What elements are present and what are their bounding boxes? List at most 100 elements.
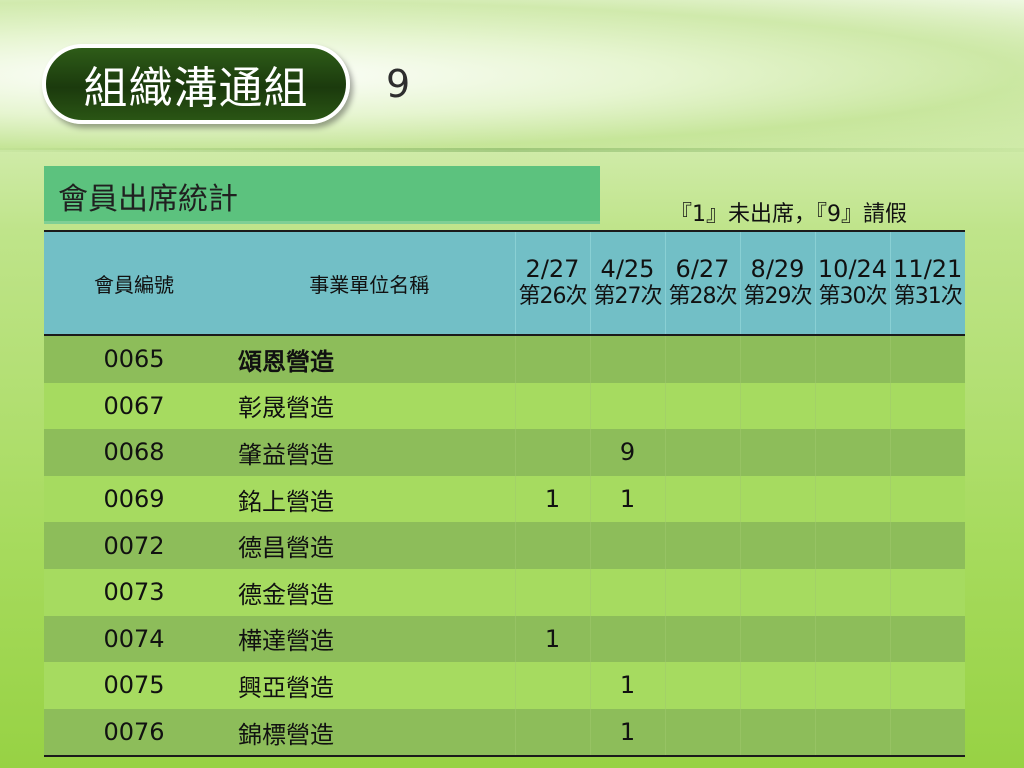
attendance-cell bbox=[814, 429, 890, 476]
session-number: 第29次 bbox=[743, 284, 813, 309]
member-id-cell: 0076 bbox=[44, 708, 224, 758]
attendance-cell bbox=[889, 335, 965, 383]
section-label: 會員出席統計 bbox=[44, 166, 600, 224]
header-divider bbox=[0, 148, 1024, 152]
attendance-cell bbox=[514, 708, 590, 758]
header-session: 10/24 第30次 bbox=[814, 230, 890, 336]
attendance-cell bbox=[589, 568, 665, 616]
table-row: 0073 德金營造 bbox=[44, 568, 965, 616]
attendance-cell: 9 bbox=[589, 429, 665, 476]
attendance-cell bbox=[664, 475, 740, 523]
attendance-cell bbox=[589, 382, 665, 430]
session-number: 第26次 bbox=[518, 284, 588, 309]
attendance-cell bbox=[814, 382, 890, 430]
table-row: 0068 肇益營造 9 bbox=[44, 429, 965, 476]
attendance-cell bbox=[739, 522, 815, 569]
table-row: 0074 樺達營造 1 bbox=[44, 615, 965, 663]
table-header-row: 會員編號 事業單位名稱 2/27 第26次 4/25 第27次 6/27 第28次 8… bbox=[44, 230, 965, 336]
attendance-cell bbox=[739, 429, 815, 476]
attendance-cell bbox=[889, 382, 965, 430]
attendance-cell bbox=[589, 522, 665, 569]
table-row: 0072 德昌營造 bbox=[44, 522, 965, 569]
attendance-cell bbox=[589, 335, 665, 383]
attendance-cell bbox=[664, 662, 740, 709]
session-date: 10/24 bbox=[817, 255, 888, 283]
session-date: 2/27 bbox=[525, 255, 580, 283]
attendance-cell bbox=[739, 382, 815, 430]
attendance-cell bbox=[814, 475, 890, 523]
company-name-cell: 錦標營造 bbox=[224, 708, 515, 758]
attendance-cell bbox=[814, 615, 890, 663]
attendance-cell bbox=[814, 335, 890, 383]
session-date: 8/29 bbox=[750, 255, 805, 283]
table-row: 0067 彰晟營造 bbox=[44, 382, 965, 430]
attendance-cell bbox=[814, 708, 890, 758]
attendance-cell bbox=[739, 662, 815, 709]
company-name-cell: 頌恩營造 bbox=[224, 335, 515, 383]
attendance-cell bbox=[514, 662, 590, 709]
attendance-cell bbox=[739, 568, 815, 616]
session-date: 11/21 bbox=[893, 255, 963, 283]
attendance-cell bbox=[589, 615, 665, 663]
legend-text: 『1』未出席，『9』請假 bbox=[670, 202, 907, 227]
attendance-cell bbox=[514, 335, 590, 383]
member-id-cell: 0075 bbox=[44, 662, 224, 709]
page-number: 9 bbox=[386, 62, 411, 106]
member-id-cell: 0068 bbox=[44, 429, 224, 476]
header-session: 2/27 第26次 bbox=[514, 230, 590, 336]
header-session: 6/27 第28次 bbox=[664, 230, 740, 336]
company-name-cell: 肇益營造 bbox=[224, 429, 515, 476]
slide-title: 組織溝通組 bbox=[42, 44, 350, 124]
attendance-cell bbox=[514, 568, 590, 616]
session-number: 第28次 bbox=[668, 284, 738, 309]
company-name-cell: 銘上營造 bbox=[224, 475, 515, 523]
header-session: 11/21 第31次 bbox=[889, 230, 965, 336]
attendance-cell bbox=[814, 662, 890, 709]
attendance-cell bbox=[664, 335, 740, 383]
attendance-cell bbox=[664, 568, 740, 616]
member-id-cell: 0067 bbox=[44, 382, 224, 430]
header-session: 4/25 第27次 bbox=[589, 230, 665, 336]
attendance-cell bbox=[739, 475, 815, 523]
attendance-cell bbox=[889, 568, 965, 616]
session-number: 第27次 bbox=[593, 284, 663, 309]
attendance-cell: 1 bbox=[589, 662, 665, 709]
member-id-cell: 0074 bbox=[44, 615, 224, 663]
table-row: 0065 頌恩營造 bbox=[44, 335, 965, 383]
company-name-cell: 彰晟營造 bbox=[224, 382, 515, 430]
member-id-cell: 0069 bbox=[44, 475, 224, 523]
attendance-cell bbox=[664, 429, 740, 476]
header-company: 事業單位名稱 bbox=[224, 230, 515, 336]
attendance-cell bbox=[514, 429, 590, 476]
attendance-cell: 1 bbox=[589, 708, 665, 758]
attendance-cell bbox=[889, 522, 965, 569]
session-number: 第31次 bbox=[893, 284, 963, 309]
attendance-table: 會員編號 事業單位名稱 2/27 第26次 4/25 第27次 6/27 第28次 8… bbox=[44, 230, 965, 758]
attendance-cell bbox=[814, 522, 890, 569]
attendance-cell bbox=[889, 662, 965, 709]
attendance-cell bbox=[514, 522, 590, 569]
member-id-cell: 0072 bbox=[44, 522, 224, 569]
session-date: 4/25 bbox=[600, 255, 655, 283]
company-name-cell: 德金營造 bbox=[224, 568, 515, 616]
attendance-cell bbox=[664, 522, 740, 569]
attendance-cell bbox=[889, 708, 965, 758]
attendance-cell bbox=[889, 429, 965, 476]
attendance-cell: 1 bbox=[589, 475, 665, 523]
attendance-cell: 1 bbox=[514, 615, 590, 663]
attendance-cell bbox=[514, 382, 590, 430]
session-date: 6/27 bbox=[675, 255, 730, 283]
session-number: 第30次 bbox=[818, 284, 888, 309]
attendance-cell bbox=[889, 475, 965, 523]
attendance-cell bbox=[739, 708, 815, 758]
attendance-cell bbox=[664, 708, 740, 758]
company-name-cell: 興亞營造 bbox=[224, 662, 515, 709]
attendance-cell bbox=[814, 568, 890, 616]
header-member-id: 會員編號 bbox=[44, 230, 224, 336]
table-row: 0076 錦標營造 1 bbox=[44, 708, 965, 758]
attendance-cell: 1 bbox=[514, 475, 590, 523]
attendance-cell bbox=[739, 335, 815, 383]
member-id-cell: 0065 bbox=[44, 335, 224, 383]
company-name-cell: 德昌營造 bbox=[224, 522, 515, 569]
header-session: 8/29 第29次 bbox=[739, 230, 815, 336]
